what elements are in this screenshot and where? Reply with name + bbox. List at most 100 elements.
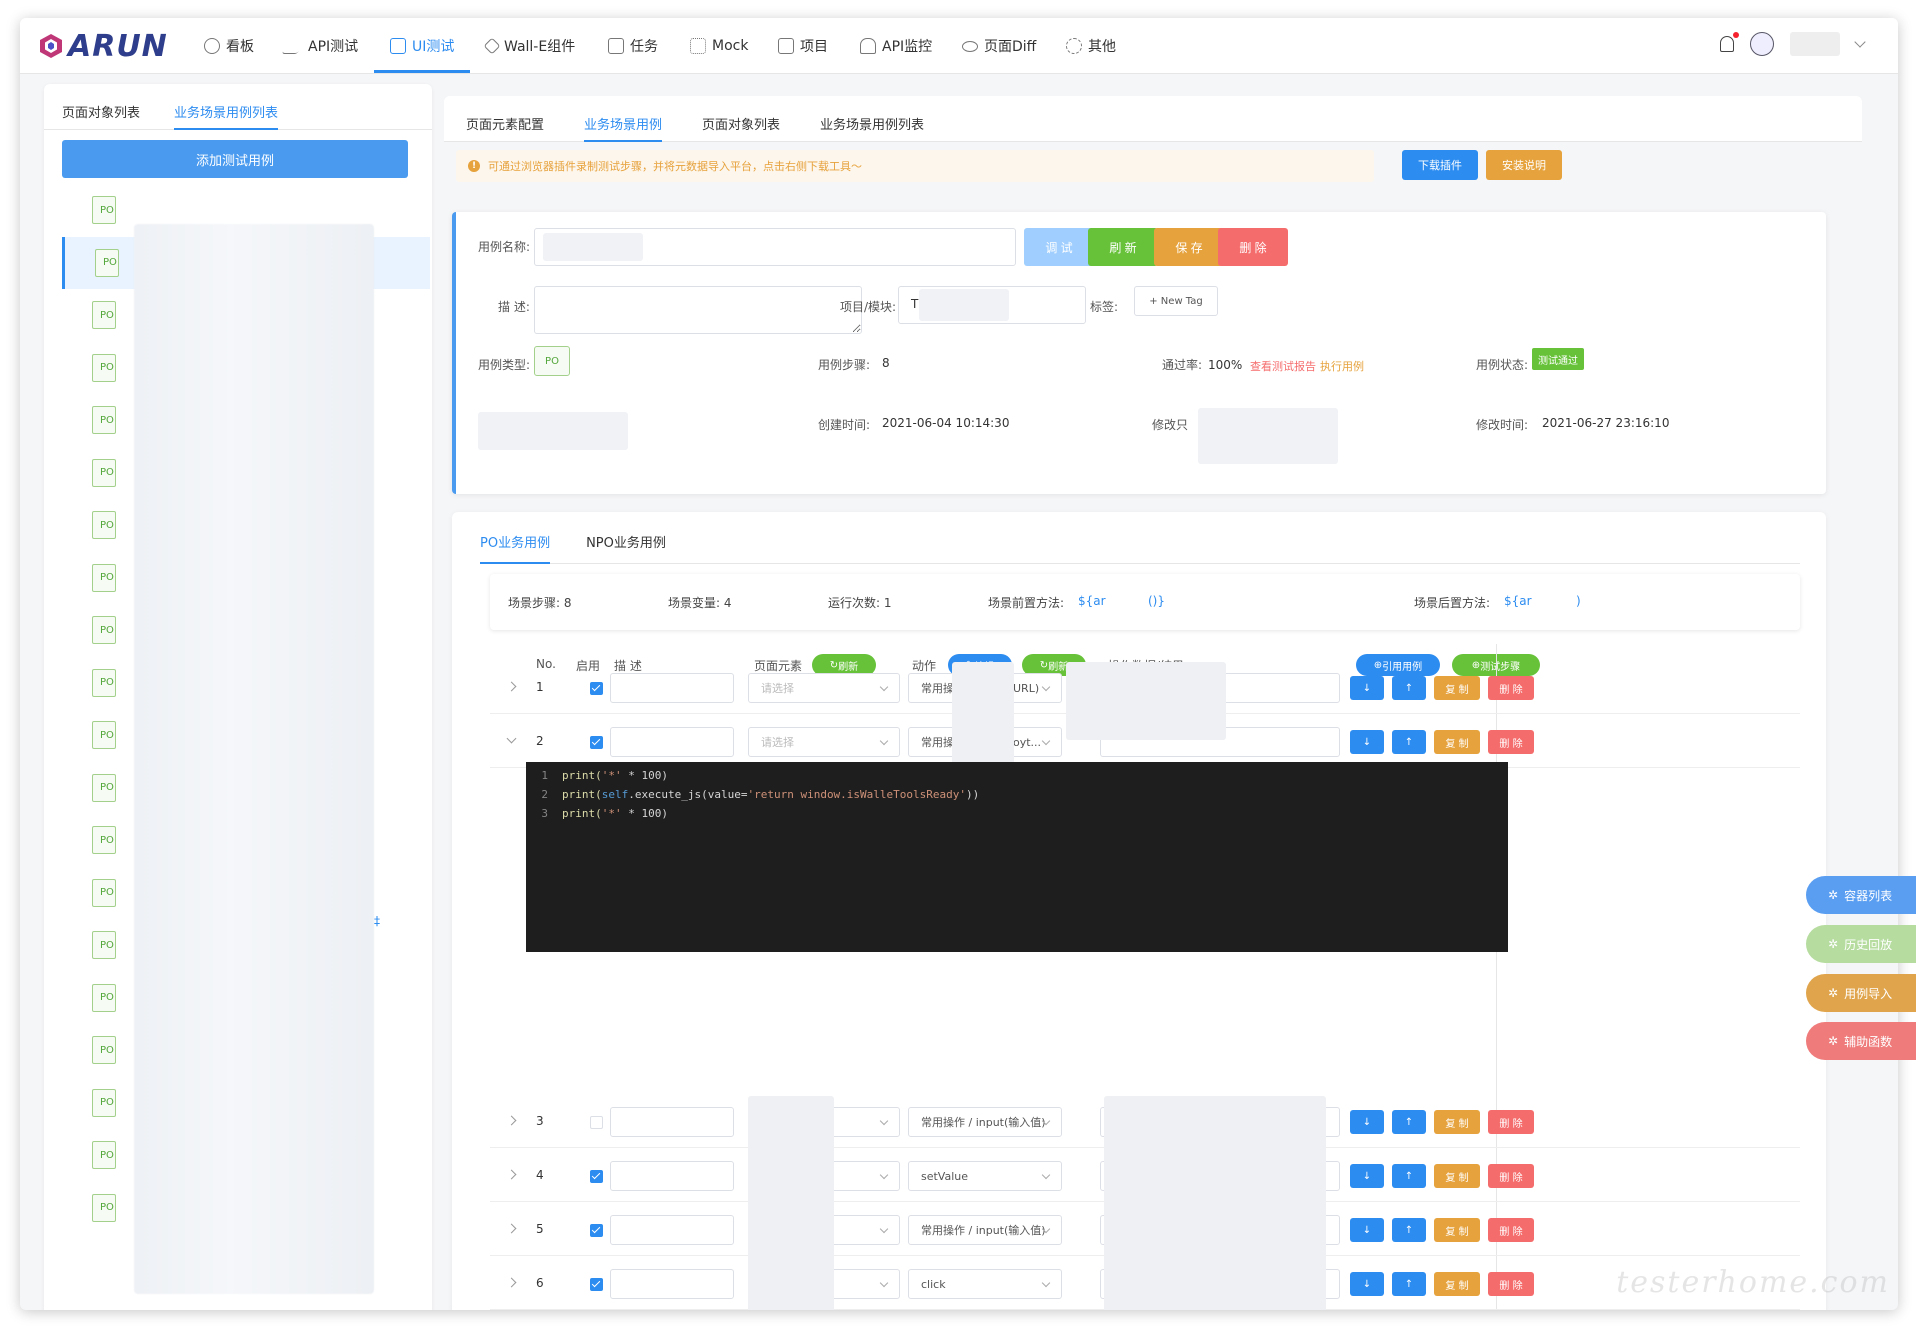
delete-step-button[interactable]: 删 除 bbox=[1488, 1164, 1534, 1188]
enable-checkbox[interactable] bbox=[590, 736, 603, 749]
enable-checkbox[interactable] bbox=[590, 1116, 603, 1129]
tab-scenario-cases[interactable]: 业务场景用例列表 bbox=[174, 102, 279, 130]
add-test-case-button[interactable]: 添加测试用例 bbox=[62, 140, 408, 178]
notification-bell-icon[interactable] bbox=[1720, 32, 1739, 52]
element-select[interactable]: 请选择 bbox=[748, 673, 900, 703]
delete-step-button[interactable]: 删 除 bbox=[1488, 1110, 1534, 1134]
view-report-link[interactable]: 查看测试报告 bbox=[1250, 358, 1316, 374]
new-tag-button[interactable]: + New Tag bbox=[1134, 286, 1218, 316]
delete-step-button[interactable]: 删 除 bbox=[1488, 730, 1534, 754]
element-select[interactable]: 请选择 bbox=[748, 727, 900, 757]
nav-item-dashboard[interactable]: 看板 bbox=[204, 18, 254, 74]
tab-scenario-case-list[interactable]: 业务场景用例列表 bbox=[820, 114, 924, 141]
copy-step-button[interactable]: 复 制 bbox=[1434, 1164, 1480, 1188]
action-select[interactable]: 常用操作 / input(输入值) bbox=[908, 1107, 1062, 1137]
move-up-button[interactable]: ↑ bbox=[1392, 1218, 1426, 1242]
line-number: 2 bbox=[541, 788, 548, 801]
copy-step-button[interactable]: 复 制 bbox=[1434, 1218, 1480, 1242]
step-number: 2 bbox=[536, 734, 544, 748]
enable-checkbox[interactable] bbox=[590, 1224, 603, 1237]
nav-item-api-test[interactable]: API测试 bbox=[281, 18, 358, 74]
delete-step-button[interactable]: 删 除 bbox=[1488, 676, 1534, 700]
save-button[interactable]: 保 存 bbox=[1154, 228, 1224, 266]
expand-chevron-icon[interactable] bbox=[506, 733, 517, 744]
expand-chevron-icon[interactable] bbox=[506, 1277, 517, 1288]
nav-item-api-monitor[interactable]: API监控 bbox=[860, 18, 932, 74]
enable-checkbox[interactable] bbox=[590, 682, 603, 695]
download-plugin-button[interactable]: 下载插件 bbox=[1402, 150, 1478, 180]
expand-chevron-icon[interactable] bbox=[506, 1169, 517, 1180]
enable-checkbox[interactable] bbox=[590, 1170, 603, 1183]
nav-item-task[interactable]: 任务 bbox=[608, 18, 658, 74]
action-select[interactable]: 常用操作 / input(输入值) bbox=[908, 1215, 1062, 1245]
gear-icon bbox=[1066, 38, 1082, 54]
brand-logo[interactable]: ARUN bbox=[38, 24, 168, 68]
history-replay-button[interactable]: ✲ 历史回放 bbox=[1806, 925, 1916, 963]
action-select[interactable]: setValue bbox=[908, 1161, 1062, 1191]
case-name-input[interactable] bbox=[534, 228, 1016, 266]
case-type-tag: PO bbox=[92, 931, 116, 960]
delete-button[interactable]: 删 除 bbox=[1218, 228, 1288, 266]
copy-step-button[interactable]: 复 制 bbox=[1434, 1272, 1480, 1296]
step-desc-input[interactable] bbox=[610, 673, 734, 703]
tab-scenario-case[interactable]: 业务场景用例 bbox=[584, 114, 663, 142]
project-select[interactable]: T bbox=[898, 286, 1086, 324]
move-up-button[interactable]: ↑ bbox=[1392, 1110, 1426, 1134]
tab-element-config[interactable]: 页面元素配置 bbox=[466, 114, 544, 141]
nav-item-project[interactable]: 项目 bbox=[778, 18, 828, 74]
tab-po-case[interactable]: PO业务用例 bbox=[480, 532, 551, 564]
move-down-button[interactable]: ↓ bbox=[1350, 1272, 1384, 1296]
nav-item-ui-test[interactable]: UI测试 bbox=[390, 18, 454, 74]
case-info-card: 用例名称: 调 试 刷 新 保 存 删 除 描 述: 项目/模块: T 标签: … bbox=[452, 212, 1826, 494]
move-up-button[interactable]: ↑ bbox=[1392, 1272, 1426, 1296]
enable-checkbox[interactable] bbox=[590, 1278, 603, 1291]
delete-step-button[interactable]: 删 除 bbox=[1488, 1218, 1534, 1242]
nav-item-walle-component[interactable]: Wall-E组件 bbox=[483, 18, 575, 74]
case-names-redacted bbox=[134, 224, 374, 1294]
copy-step-button[interactable]: 复 制 bbox=[1434, 730, 1480, 754]
move-up-button[interactable]: ↑ bbox=[1392, 730, 1426, 754]
steps-card: PO业务用例 NPO业务用例 场景步骤: 8 场景变量: 4 运行次数: 1 场… bbox=[452, 512, 1826, 1310]
run-case-link[interactable]: 执行用例 bbox=[1320, 358, 1364, 374]
refresh-button[interactable]: 刷 新 bbox=[1088, 228, 1158, 266]
helper-functions-button[interactable]: ✲ 辅助函数 bbox=[1806, 1022, 1916, 1060]
button-label: 复 制 bbox=[1445, 684, 1469, 696]
case-import-button[interactable]: ✲ 用例导入 bbox=[1806, 974, 1916, 1012]
sparkle-icon: ✲ bbox=[1828, 1034, 1839, 1048]
step-desc-input[interactable] bbox=[610, 1215, 734, 1245]
move-down-button[interactable]: ↓ bbox=[1350, 1218, 1384, 1242]
nav-label: UI测试 bbox=[412, 39, 455, 55]
avatar[interactable] bbox=[1750, 32, 1774, 56]
tab-page-object-list[interactable]: 页面对象列表 bbox=[702, 114, 780, 141]
debug-button[interactable]: 调 试 bbox=[1024, 228, 1094, 266]
nav-active-indicator bbox=[374, 70, 470, 73]
nav-item-page-diff[interactable]: 页面Diff bbox=[962, 18, 1036, 74]
move-up-button[interactable]: ↑ bbox=[1392, 676, 1426, 700]
button-label: 删 除 bbox=[1499, 1226, 1523, 1238]
step-desc-input[interactable] bbox=[610, 1107, 734, 1137]
expand-chevron-icon[interactable] bbox=[506, 681, 517, 692]
delete-step-button[interactable]: 删 除 bbox=[1488, 1272, 1534, 1296]
tab-page-objects[interactable]: 页面对象列表 bbox=[62, 102, 140, 129]
chevron-down-icon[interactable] bbox=[1854, 36, 1866, 48]
step-desc-input[interactable] bbox=[610, 727, 734, 757]
expand-chevron-icon[interactable] bbox=[506, 1115, 517, 1126]
expand-chevron-icon[interactable] bbox=[506, 1223, 517, 1234]
step-desc-input[interactable] bbox=[610, 1269, 734, 1299]
move-down-button[interactable]: ↓ bbox=[1350, 676, 1384, 700]
nav-item-mock[interactable]: Mock bbox=[690, 18, 748, 74]
move-down-button[interactable]: ↓ bbox=[1350, 730, 1384, 754]
container-list-button[interactable]: ✲ 容器列表 bbox=[1806, 876, 1916, 914]
move-down-button[interactable]: ↓ bbox=[1350, 1164, 1384, 1188]
nav-item-other[interactable]: 其他 bbox=[1066, 18, 1116, 74]
tab-npo-case[interactable]: NPO业务用例 bbox=[586, 532, 666, 563]
desc-textarea[interactable] bbox=[534, 286, 862, 334]
copy-step-button[interactable]: 复 制 bbox=[1434, 1110, 1480, 1134]
move-up-button[interactable]: ↑ bbox=[1392, 1164, 1426, 1188]
install-guide-button[interactable]: 安装说明 bbox=[1486, 150, 1562, 180]
action-select[interactable]: click bbox=[908, 1269, 1062, 1299]
code-editor[interactable]: 1 print('*' * 100) 2 print(self.execute_js… bbox=[526, 762, 1508, 952]
copy-step-button[interactable]: 复 制 bbox=[1434, 676, 1480, 700]
step-desc-input[interactable] bbox=[610, 1161, 734, 1191]
move-down-button[interactable]: ↓ bbox=[1350, 1110, 1384, 1134]
